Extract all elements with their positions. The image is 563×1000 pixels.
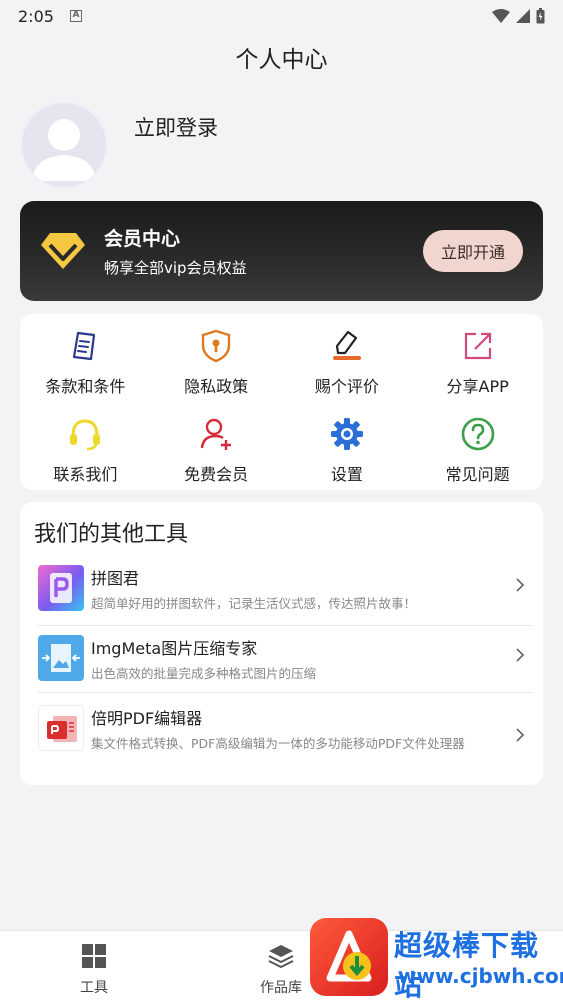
feature-settings[interactable]: 设置 [282,402,413,490]
avatar[interactable] [20,101,108,189]
divider [38,692,532,693]
feature-privacy[interactable]: 隐私政策 [151,314,282,402]
layers-icon [268,945,294,969]
vip-text: 会员中心 畅享全部vip会员权益 [104,224,247,278]
feature-label: 隐私政策 [184,377,249,396]
tool-desc: 集文件格式转换、PDF高级编辑为一体的多功能移动PDF文件处理器 [91,736,465,751]
feature-label: 赐个评价 [314,377,379,396]
feature-share[interactable]: 分享APP [412,314,543,402]
tool-desc: 超简单好用的拼图软件，记录生活仪式感，传达照片故事！ [91,596,417,611]
nav-tools[interactable]: 工具 [54,943,134,997]
chevron-right-icon [510,647,530,668]
battery-icon [536,8,545,24]
diamond-icon [41,233,85,269]
feature-label: 分享APP [446,377,509,396]
watermark-url: www.cjbwh.com [398,964,563,988]
tool-info: 倍明PDF编辑器 集文件格式转换、PDF高级编辑为一体的多功能移动PDF文件处理… [91,705,530,753]
feature-free-vip[interactable]: 免费会员 [151,402,282,490]
tool-desc: 出色高效的批量完成多种格式图片的压缩 [91,666,317,681]
tool-info: ImgMeta图片压缩专家 出色高效的批量完成多种格式图片的压缩 [91,635,530,683]
feature-label: 条款和条件 [45,377,126,396]
chevron-right-icon [510,577,530,598]
pen-icon [329,328,365,364]
tool-item-imgmeta[interactable]: ImgMeta图片压缩专家 出色高效的批量完成多种格式图片的压缩 [38,635,530,683]
tool-name: 拼图君 [91,569,140,588]
default-avatar-icon [32,119,96,181]
nav-label: 工具 [80,980,108,996]
other-tools-card: 我们的其他工具 拼图君 超简单好用的拼图软件，记录生活仪式感，传达照片故事！ I… [20,502,543,785]
feature-label: 常见问题 [445,465,510,484]
vip-title: 会员中心 [104,228,181,250]
gear-icon [329,416,365,452]
puzzle-app-icon [38,565,84,611]
site-watermark: 超级棒下载站 www.cjbwh.com [310,918,563,1000]
vip-subtitle: 畅享全部vip会员权益 [104,259,247,277]
notification-a-icon: A [69,10,82,22]
tool-item-pdf[interactable]: 倍明PDF编辑器 集文件格式转换、PDF高级编辑为一体的多功能移动PDF文件处理… [38,705,530,753]
status-time: 2:05 [18,6,54,26]
imgmeta-app-icon [38,635,84,681]
feature-rate[interactable]: 赐个评价 [282,314,413,402]
feature-label: 设置 [330,465,363,484]
activate-vip-button[interactable]: 立即开通 [423,230,523,272]
divider [38,625,532,626]
share-icon [460,328,496,364]
feature-label: 联系我们 [53,465,118,484]
login-link[interactable]: 立即登录 [134,112,218,142]
watermark-logo [310,918,388,996]
feature-terms[interactable]: 条款和条件 [20,314,151,402]
nav-works[interactable]: 作品库 [241,943,321,997]
add-user-icon [198,416,234,452]
profile-section[interactable]: 立即登录 [20,100,540,190]
question-icon [460,416,496,452]
shield-icon [198,328,234,364]
tool-name: ImgMeta图片压缩专家 [91,639,258,658]
feature-contact[interactable]: 联系我们 [20,402,151,490]
wifi-icon [492,9,510,23]
chevron-right-icon [510,727,530,748]
tool-info: 拼图君 超简单好用的拼图软件，记录生活仪式感，传达照片故事！ [91,565,530,613]
tool-item-puzzle[interactable]: 拼图君 超简单好用的拼图软件，记录生活仪式感，传达照片故事！ [38,565,530,613]
pdf-app-icon [38,705,84,751]
grid-icon [82,944,106,968]
tool-name: 倍明PDF编辑器 [91,709,203,728]
status-icons [492,8,545,24]
nav-label: 作品库 [260,980,302,996]
feature-faq[interactable]: 常见问题 [412,402,543,490]
headset-icon [67,416,103,452]
feature-label: 免费会员 [184,465,249,484]
document-icon [67,328,103,364]
status-bar: 2:05 A [0,0,563,32]
signal-icon [516,9,530,23]
watermark-title: 超级棒下载站 [394,929,540,1000]
other-tools-title: 我们的其他工具 [34,522,189,547]
vip-card[interactable]: 会员中心 畅享全部vip会员权益 立即开通 [20,201,543,301]
feature-grid: 条款和条件 隐私政策 赐个评价 分享APP 联系我们 免费会员 设置 常见问题 [20,314,543,490]
page-title: 个人中心 [235,47,328,73]
